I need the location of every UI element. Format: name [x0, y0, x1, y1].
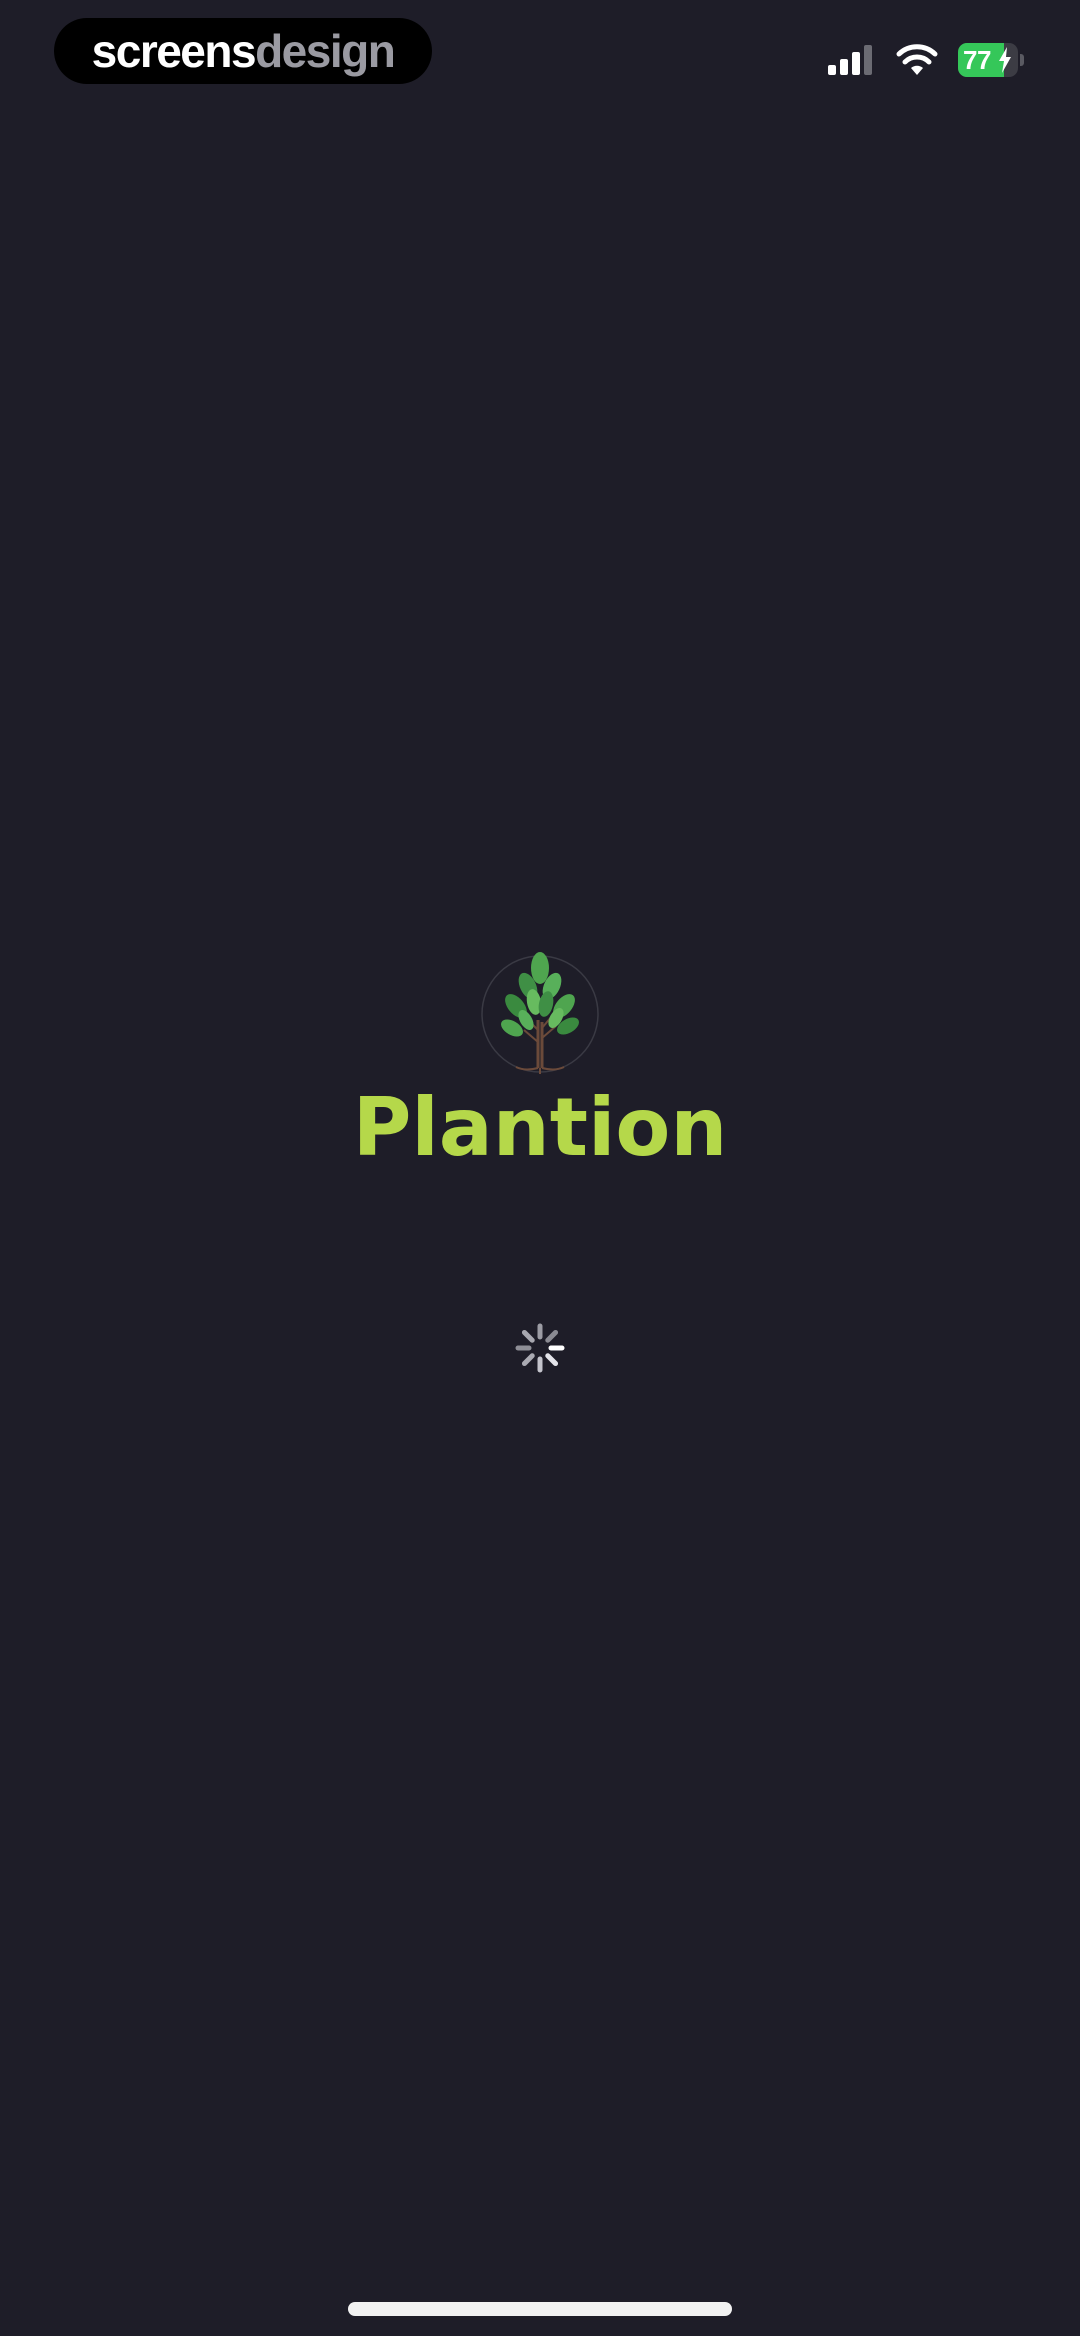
battery-percentage: 77 — [963, 44, 991, 75]
brand-text-design: design — [255, 25, 396, 77]
status-bar: screens design 77 — [0, 0, 1080, 110]
battery-cap — [1020, 54, 1024, 66]
brand-watermark: screens design — [54, 18, 432, 84]
app-name: Plantion — [352, 1081, 728, 1174]
loading-spinner-icon — [515, 1323, 565, 1373]
status-icons: 77 — [828, 38, 1024, 82]
splash-content: Plantion — [0, 950, 1080, 1168]
home-indicator[interactable] — [348, 2302, 732, 2316]
cellular-signal-icon — [828, 45, 872, 75]
charging-bolt-icon — [999, 47, 1011, 73]
tree-logo-icon — [481, 952, 599, 1074]
brand-text-screens: screens — [91, 25, 257, 77]
battery-icon: 77 — [958, 43, 1024, 77]
wifi-icon — [896, 44, 938, 75]
